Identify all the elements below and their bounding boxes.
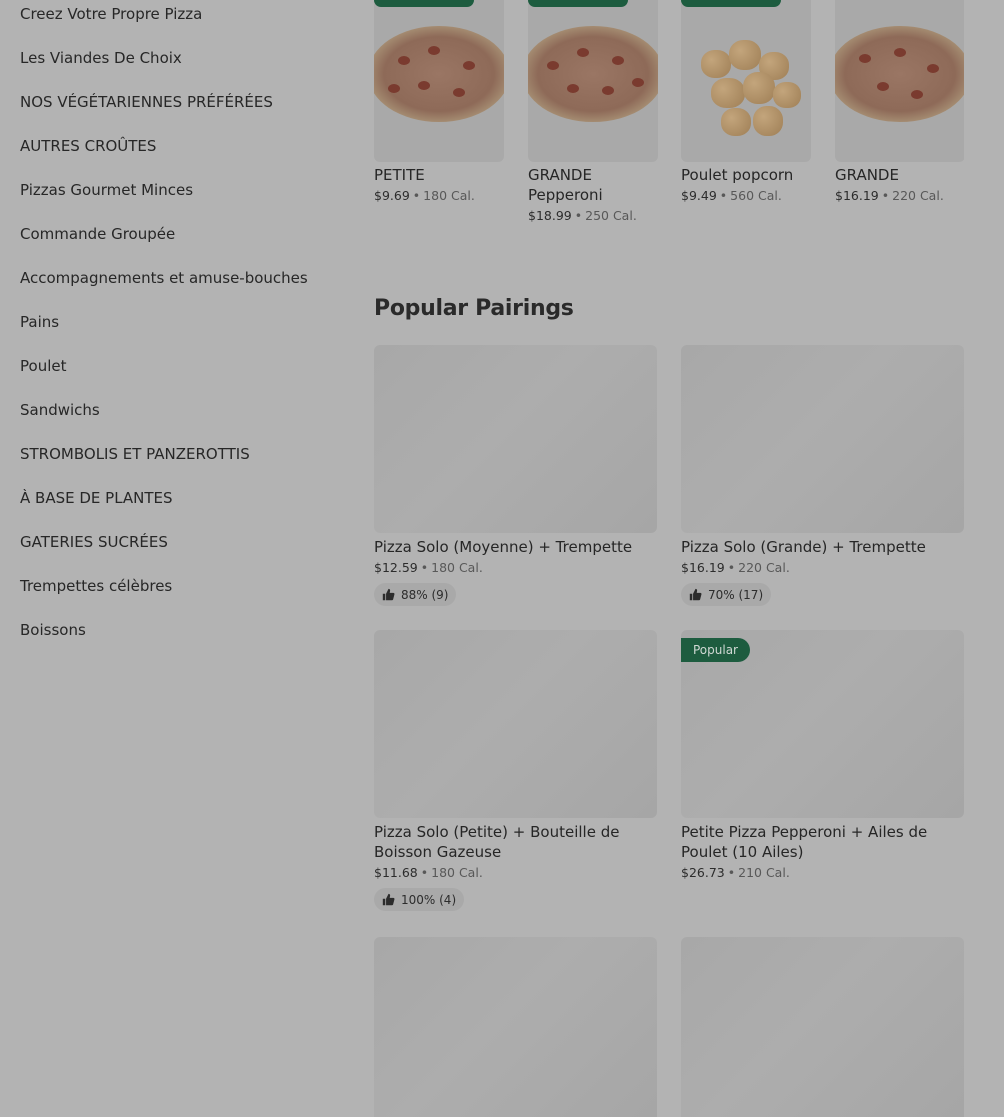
sidebar-item-commande-groupee[interactable]: Commande Groupée: [20, 220, 350, 264]
sidebar-item-a-base-de-plantes[interactable]: À BASE DE PLANTES: [20, 484, 350, 528]
item-name: Poulet popcorn: [681, 166, 794, 184]
card-name: Pizza Solo (Petite) + Bouteille de Boiss…: [374, 823, 620, 861]
item-price-cal: $9.49 • 560 Cal.: [681, 188, 782, 203]
rating-text: 70% (17): [708, 587, 764, 602]
card-name: Pizza Solo (Moyenne) + Trempette: [374, 538, 633, 556]
card-image: [374, 937, 657, 1117]
sidebar-item-accompagnements[interactable]: Accompagnements et amuse-bouches: [20, 264, 350, 308]
sidebar-item-gateries-sucrees[interactable]: GATERIES SUCRÉES: [20, 528, 350, 572]
thumbs-up-icon: [382, 893, 395, 906]
rating-pill: 100% (4): [374, 888, 465, 911]
section-title: Popular Pairings: [374, 296, 574, 321]
pairing-card[interactable]: [374, 937, 657, 1117]
sidebar-item-nos-vegetariennes[interactable]: NOS VÉGÉTARIENNES PRÉFÉRÉES: [20, 88, 350, 132]
thumbs-up-icon: [689, 588, 702, 601]
featured-carousel: PETITE $9.69 • 180 Cal. GRANDE Pepperoni $…: [374, 0, 964, 240]
sidebar-item-sandwichs[interactable]: Sandwichs: [20, 396, 350, 440]
carousel-item[interactable]: GRANDE $16.19 • 220 Cal.: [835, 0, 964, 205]
card-name: Petite Pizza Pepperoni + Ailes de Poulet…: [681, 823, 928, 861]
thumbs-up-icon: [382, 588, 395, 601]
item-name: GRANDE Pepperoni: [528, 166, 603, 204]
card-price-cal: $11.68 • 180 Cal.: [374, 865, 483, 880]
popular-badge: Popular: [681, 638, 750, 662]
sidebar-item-creez-votre-propre-pizza[interactable]: Creez Votre Propre Pizza: [20, 0, 350, 44]
item-price-cal: $9.69 • 180 Cal.: [374, 188, 475, 203]
card-image: Popular: [681, 630, 964, 818]
card-image: [681, 345, 964, 533]
card-price-cal: $12.59 • 180 Cal.: [374, 560, 483, 575]
pizza-image: [528, 0, 658, 162]
popcorn-chicken-image: [681, 0, 811, 162]
card-price-cal: $26.73 • 210 Cal.: [681, 865, 790, 880]
item-price-cal: $16.19 • 220 Cal.: [835, 188, 944, 203]
item-tag: [528, 0, 628, 7]
sidebar-item-boissons[interactable]: Boissons: [20, 616, 350, 660]
pairing-card[interactable]: Pizza Solo (Moyenne) + Trempette $12.59 •…: [374, 345, 657, 606]
pairing-card[interactable]: [681, 937, 964, 1117]
sidebar-item-autres-croutes[interactable]: AUTRES CROÛTES: [20, 132, 350, 176]
pairing-card[interactable]: Pizza Solo (Grande) + Trempette $16.19 • 2…: [681, 345, 964, 606]
card-image: [374, 630, 657, 818]
rating-text: 88% (9): [401, 587, 449, 602]
rating-pill: 70% (17): [681, 583, 772, 606]
card-name: Pizza Solo (Grande) + Trempette: [681, 538, 926, 556]
item-name: PETITE: [374, 166, 425, 184]
pizza-image: [835, 0, 964, 162]
sidebar-item-trempettes[interactable]: Trempettes célèbres: [20, 572, 350, 616]
carousel-item[interactable]: Poulet popcorn $9.49 • 560 Cal.: [681, 0, 811, 205]
rating-pill: 88% (9): [374, 583, 457, 606]
item-name: GRANDE: [835, 166, 899, 184]
sidebar-item-pizzas-gourmet-minces[interactable]: Pizzas Gourmet Minces: [20, 176, 350, 220]
category-sidebar: Creez Votre Propre Pizza Les Viandes De …: [20, 0, 350, 660]
rating-text: 100% (4): [401, 892, 457, 907]
pairing-card[interactable]: Pizza Solo (Petite) + Bouteille de Boiss…: [374, 630, 657, 911]
sidebar-item-poulet[interactable]: Poulet: [20, 352, 350, 396]
card-price-cal: $16.19 • 220 Cal.: [681, 560, 790, 575]
item-tag: [374, 0, 474, 7]
item-price-cal: $18.99 • 250 Cal.: [528, 208, 637, 223]
card-image: [681, 937, 964, 1117]
item-tag: [681, 0, 781, 7]
sidebar-item-strombolis[interactable]: STROMBOLIS ET PANZEROTTIS: [20, 440, 350, 484]
carousel-item[interactable]: GRANDE Pepperoni $18.99 • 250 Cal.: [528, 0, 658, 225]
pairing-card[interactable]: Popular Petite Pizza Pepperoni + Ailes d…: [681, 630, 964, 882]
sidebar-item-les-viandes-de-choix[interactable]: Les Viandes De Choix: [20, 44, 350, 88]
carousel-item[interactable]: PETITE $9.69 • 180 Cal.: [374, 0, 504, 205]
sidebar-item-pains[interactable]: Pains: [20, 308, 350, 352]
card-image: [374, 345, 657, 533]
pizza-image: [374, 0, 504, 162]
